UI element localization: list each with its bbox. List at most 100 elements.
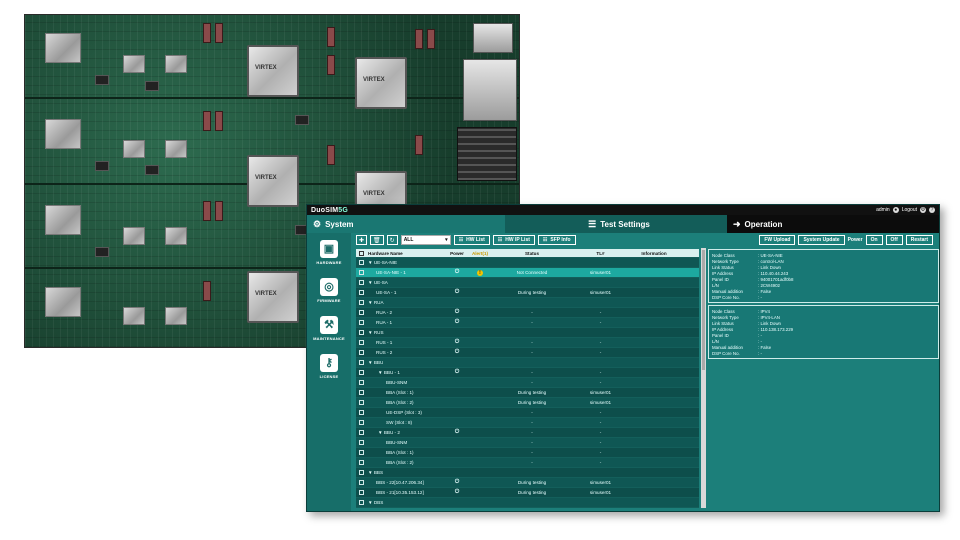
column-header-alert[interactable]: Alert(1) [468,251,492,256]
column-header-name[interactable]: Hardware Name [366,251,446,256]
memory-module [215,23,223,43]
table-row[interactable]: RUA - 2 ⏻ - - [356,308,699,318]
hw-ip-list-button[interactable]: ☷ HW IP List [492,235,535,245]
power-icon[interactable]: ⏻ [446,479,468,486]
table-row[interactable]: BBA (Slot : 1) During testing simuser01 [356,388,699,398]
row-checkbox[interactable] [358,290,364,295]
row-checkbox[interactable] [358,400,364,405]
table-row[interactable]: ▼ BBU [356,358,699,368]
row-checkbox[interactable] [358,480,364,485]
scrollbar-thumb[interactable] [702,250,705,370]
logout-link[interactable]: Logout [902,207,917,213]
column-header-tl[interactable]: TL# [572,251,629,256]
sidebar-item-hardware[interactable]: ▣ HARDWARE [307,233,351,271]
sidebar-item-firmware[interactable]: ◎ FIRMWARE [307,271,351,309]
row-checkbox[interactable] [358,420,364,425]
table-row[interactable]: ▼ DBS [356,498,699,508]
row-checkbox[interactable] [358,390,364,395]
power-icon[interactable]: ⏻ [446,369,468,376]
power-icon[interactable]: ⏻ [446,309,468,316]
power-icon[interactable]: ⏻ [446,489,468,496]
table-row[interactable]: ▼ BBS [356,468,699,478]
top-bar: DuoSIM5G admin ● Logout ⚙ ? [307,205,939,215]
sidebar-item-maintenance[interactable]: ⚒ MAINTENANCE [307,309,351,347]
tab-test-settings[interactable]: ☰ Test Settings [505,215,727,233]
hw-list-button[interactable]: ☷ HW List [453,235,490,245]
power-icon[interactable]: ⏻ [446,429,468,436]
table-row[interactable]: ▼ UE-SA [356,278,699,288]
tab-operation[interactable]: ➜ Operation [727,215,939,233]
row-checkbox[interactable] [358,410,364,415]
select-all-checkbox[interactable] [358,250,364,256]
table-scrollbar[interactable] [701,248,706,508]
row-checkbox[interactable] [358,430,364,435]
help-icon[interactable]: ? [929,207,935,213]
hardware-name: ▼ RUA [368,300,384,305]
row-checkbox[interactable] [358,460,364,465]
table-row[interactable]: UE-SA-NIE - 1 ⏻! Not Connected simuser01 [356,268,699,278]
row-checkbox[interactable] [358,340,364,345]
table-row[interactable]: RUA - 1 ⏻ - - [356,318,699,328]
row-checkbox[interactable] [358,260,364,265]
row-checkbox[interactable] [358,320,364,325]
memory-module [415,29,423,49]
table-row[interactable]: ▼ UE-SA-NIE [356,258,699,268]
row-checkbox[interactable] [358,350,364,355]
power-icon[interactable]: ⏻ [446,269,468,276]
status-cell: During testing [517,390,547,395]
row-checkbox[interactable] [358,370,364,375]
table-row[interactable]: BBS - 22[10.47.206.34] ⏻ During testing sim… [356,478,699,488]
row-checkbox-cell [356,370,366,375]
table-row[interactable]: ▼ BBU - 1 ⏻ - - [356,368,699,378]
column-header-information[interactable]: Information [629,251,679,256]
refresh-button[interactable]: ↻ [386,235,398,245]
power-icon[interactable]: ⏻ [446,319,468,326]
table-row[interactable]: BBA (Slot : 1) - - [356,448,699,458]
table-row[interactable]: RUS - 1 ⏻ - - [356,338,699,348]
power-off-button[interactable]: Off [885,235,903,245]
table-row[interactable]: UE-SA - 1 ⏻ During testing simuser01 [356,288,699,298]
table-row[interactable]: RUS - 2 ⏻ - - [356,348,699,358]
delete-button[interactable]: 🗑 [370,235,384,245]
system-update-button[interactable]: System Update [798,235,845,245]
power-icon[interactable]: ⏻ [446,349,468,356]
table-row[interactable]: ▼ RUA [356,298,699,308]
restart-button[interactable]: Restart [905,235,933,245]
fw-upload-button[interactable]: FW Upload [759,235,796,245]
row-checkbox[interactable] [358,490,364,495]
alert-icon[interactable]: ! [477,269,483,276]
gear-icon[interactable]: ⚙ [920,207,926,213]
column-header-status[interactable]: Status [492,251,572,256]
filter-select[interactable]: ALL ▾ [400,235,451,245]
table-row[interactable]: ▼ BBU - 2 ⏻ - - [356,428,699,438]
sidebar-item-license[interactable]: ⚷ LICENSE [307,347,351,385]
power-icon[interactable]: ⏻ [446,339,468,346]
column-header-power[interactable]: Power [446,251,468,256]
add-button[interactable]: ✚ [356,235,368,245]
table-row[interactable]: BBA (Slot : 2) - - [356,458,699,468]
table-row[interactable]: BBS - 21[10.35.153.12] ⏻ During testing sim… [356,488,699,498]
table-row[interactable]: SW (Slot : 8) - - [356,418,699,428]
row-checkbox-cell [356,270,366,275]
row-checkbox[interactable] [358,450,364,455]
table-row[interactable]: UE-DSP (Slot : 3) - - [356,408,699,418]
row-checkbox[interactable] [358,280,364,285]
row-checkbox[interactable] [358,360,364,365]
sfp-info-button[interactable]: ☷ SFP Info [537,235,576,245]
row-checkbox[interactable] [358,310,364,315]
power-icon[interactable]: ⏻ [446,289,468,296]
table-row[interactable]: BBU-SNM - - [356,378,699,388]
table-row[interactable]: BBU-SNM - - [356,438,699,448]
table-row[interactable]: ▼ RUS [356,328,699,338]
row-checkbox[interactable] [358,500,364,505]
row-checkbox[interactable] [358,270,364,275]
row-checkbox[interactable] [358,440,364,445]
tl-cell: - [599,370,602,375]
row-checkbox[interactable] [358,330,364,335]
tab-system[interactable]: ⚙ System [307,215,505,233]
row-checkbox[interactable] [358,470,364,475]
row-checkbox[interactable] [358,300,364,305]
row-checkbox[interactable] [358,380,364,385]
power-on-button[interactable]: On [865,235,883,245]
table-row[interactable]: BBA (Slot : 2) During testing simuser01 [356,398,699,408]
